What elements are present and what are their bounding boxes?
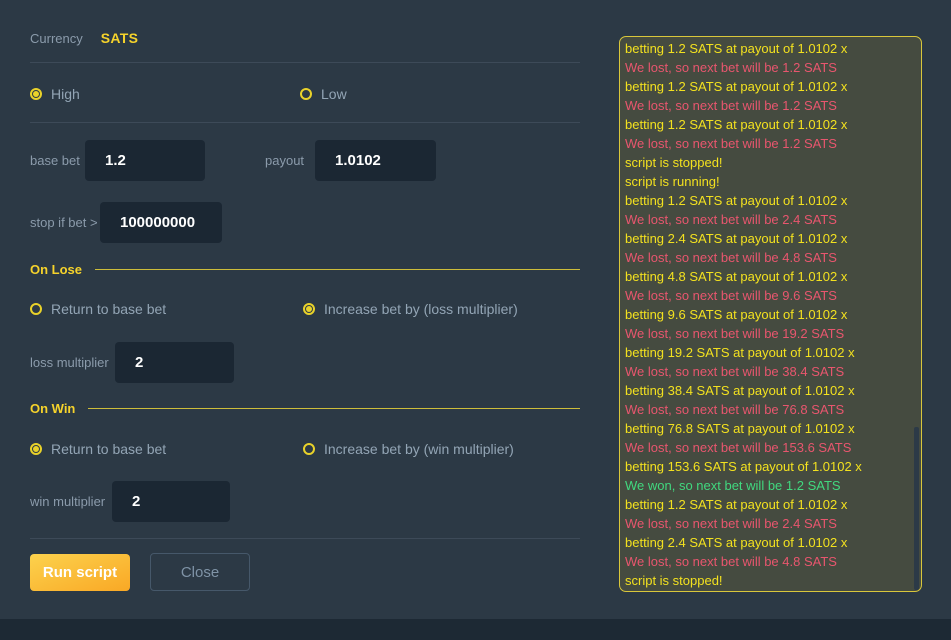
radio-icon	[30, 88, 42, 100]
log-line: We lost, so next bet will be 38.4 SATS	[625, 362, 921, 381]
radio-lose-increase-label: Increase bet by (loss multiplier)	[324, 301, 518, 317]
footer-strip	[0, 619, 951, 640]
loss-multiplier-label: loss multiplier	[30, 355, 115, 370]
log-line: We lost, so next bet will be 1.2 SATS	[625, 134, 921, 153]
log-line: We lost, so next bet will be 2.4 SATS	[625, 514, 921, 533]
radio-icon	[303, 303, 315, 315]
log-line: We lost, so next bet will be 4.8 SATS	[625, 552, 921, 571]
win-multiplier-label: win multiplier	[30, 494, 112, 509]
stop-if-bet-label: stop if bet >	[30, 215, 100, 230]
on-lose-radio-group: Return to base bet Increase bet by (loss…	[30, 300, 580, 318]
currency-value[interactable]: SATS	[101, 30, 139, 46]
direction-radio-group: High Low	[30, 85, 580, 103]
radio-win-increase-label: Increase bet by (win multiplier)	[324, 441, 514, 457]
on-win-title: On Win	[30, 401, 75, 416]
payout-input[interactable]	[315, 140, 436, 181]
currency-label: Currency	[30, 31, 83, 46]
log-line: betting 38.4 SATS at payout of 1.0102 x	[625, 381, 921, 400]
log-line: We lost, so next bet will be 1.2 SATS	[625, 58, 921, 77]
log-line: betting 76.8 SATS at payout of 1.0102 x	[625, 419, 921, 438]
log-line: We lost, so next bet will be 2.4 SATS	[625, 210, 921, 229]
on-lose-section-header: On Lose	[30, 262, 580, 277]
log-line: We won, so next bet will be 1.2 SATS	[625, 476, 921, 495]
close-button[interactable]: Close	[150, 553, 250, 591]
log-line: script is running!	[625, 172, 921, 191]
log-line: betting 1.2 SATS at payout of 1.0102 x	[625, 39, 921, 58]
log-line: betting 2.4 SATS at payout of 1.0102 x	[625, 229, 921, 248]
log-line: We lost, so next bet will be 153.6 SATS	[625, 438, 921, 457]
win-multiplier-row: win multiplier	[30, 481, 230, 522]
payout-label: payout	[265, 153, 315, 168]
script-settings-dialog: Currency SATS High Low base bet payout s…	[0, 0, 951, 640]
log-line: betting 4.8 SATS at payout of 1.0102 x	[625, 267, 921, 286]
log-line: betting 2.4 SATS at payout of 1.0102 x	[625, 533, 921, 552]
divider	[30, 62, 580, 63]
loss-multiplier-input[interactable]	[115, 342, 234, 383]
loss-multiplier-row: loss multiplier	[30, 342, 234, 383]
radio-low-label: Low	[321, 86, 347, 102]
base-bet-label: base bet	[30, 153, 85, 168]
radio-icon	[303, 443, 315, 455]
currency-row: Currency SATS	[30, 30, 138, 46]
radio-high[interactable]: High	[30, 86, 80, 102]
base-bet-input[interactable]	[85, 140, 205, 181]
radio-lose-return-label: Return to base bet	[51, 301, 166, 317]
log-line: script is stopped!	[625, 153, 921, 172]
log-line: betting 1.2 SATS at payout of 1.0102 x	[625, 191, 921, 210]
stop-if-bet-input[interactable]	[100, 202, 222, 243]
radio-low[interactable]: Low	[300, 86, 347, 102]
log-line: We lost, so next bet will be 76.8 SATS	[625, 400, 921, 419]
log-line: We lost, so next bet will be 9.6 SATS	[625, 286, 921, 305]
on-win-radio-group: Return to base bet Increase bet by (win …	[30, 440, 580, 458]
log-line: We lost, so next bet will be 1.2 SATS	[625, 96, 921, 115]
run-script-button[interactable]: Run script	[30, 554, 130, 591]
radio-win-increase-bet[interactable]: Increase bet by (win multiplier)	[303, 441, 514, 457]
log-line: betting 9.6 SATS at payout of 1.0102 x	[625, 305, 921, 324]
log-line: betting 153.6 SATS at payout of 1.0102 x	[625, 457, 921, 476]
base-bet-row: base bet payout	[30, 140, 436, 181]
divider	[30, 538, 580, 539]
log-line: We lost, so next bet will be 19.2 SATS	[625, 324, 921, 343]
log-line: betting 1.2 SATS at payout of 1.0102 x	[625, 495, 921, 514]
radio-lose-increase-bet[interactable]: Increase bet by (loss multiplier)	[303, 301, 518, 317]
log-line: betting 1.2 SATS at payout of 1.0102 x	[625, 115, 921, 134]
log-line: betting 19.2 SATS at payout of 1.0102 x	[625, 343, 921, 362]
radio-high-label: High	[51, 86, 80, 102]
radio-icon	[30, 303, 42, 315]
console-scrollbar-thumb[interactable]	[914, 427, 919, 590]
stop-if-bet-row: stop if bet >	[30, 202, 222, 243]
on-lose-title: On Lose	[30, 262, 82, 277]
section-line	[88, 408, 580, 409]
radio-win-return-to-base[interactable]: Return to base bet	[30, 441, 166, 457]
log-line: betting 1.2 SATS at payout of 1.0102 x	[625, 77, 921, 96]
log-line: We lost, so next bet will be 4.8 SATS	[625, 248, 921, 267]
on-win-section-header: On Win	[30, 401, 580, 416]
log-line: script is stopped!	[625, 571, 921, 590]
section-line	[95, 269, 580, 270]
divider	[30, 122, 580, 123]
radio-icon	[30, 443, 42, 455]
radio-lose-return-to-base[interactable]: Return to base bet	[30, 301, 166, 317]
win-multiplier-input[interactable]	[112, 481, 230, 522]
radio-win-return-label: Return to base bet	[51, 441, 166, 457]
radio-icon	[300, 88, 312, 100]
console-log[interactable]: betting 1.2 SATS at payout of 1.0102 xWe…	[619, 36, 922, 592]
